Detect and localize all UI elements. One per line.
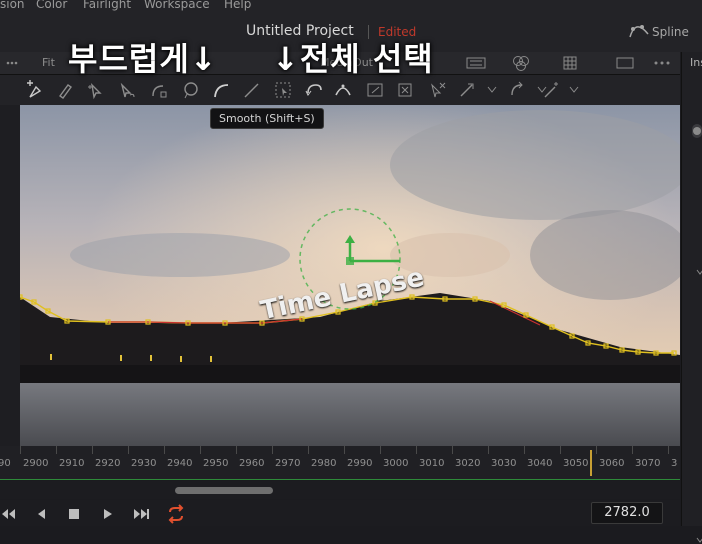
viewer-options-icon[interactable] — [6, 57, 18, 69]
playhead[interactable] — [590, 450, 592, 476]
inspector-tab[interactable]: Ins — [690, 56, 702, 69]
viewer-canvas[interactable]: Time Lapse — [20, 105, 680, 446]
menu-item-color[interactable]: Color — [36, 0, 67, 11]
first-frame-icon[interactable] — [0, 506, 16, 522]
linear-icon[interactable] — [240, 79, 262, 101]
ruler-label: 3030 — [491, 458, 517, 469]
ruler-label: 2930 — [131, 458, 157, 469]
aspect-icon[interactable] — [616, 57, 634, 69]
zoom-dropdown[interactable]: Fit — [42, 56, 55, 69]
deselect-icon[interactable] — [426, 79, 448, 101]
ruler-label: 90 — [0, 458, 11, 469]
menu-item-fairlight[interactable]: Fairlight — [83, 0, 131, 11]
ruler-label: 2990 — [347, 458, 373, 469]
ruler-label: 2980 — [311, 458, 337, 469]
ruler-label: 3000 — [383, 458, 409, 469]
transport-controls: 2782.0 — [0, 500, 680, 526]
ruler-label: 3 — [671, 458, 678, 469]
prev-frame-icon[interactable] — [33, 506, 49, 522]
chevron-down-icon[interactable] — [569, 86, 579, 94]
inspector-panel: Ins — [681, 52, 702, 543]
loop-icon[interactable] — [166, 504, 186, 524]
ruler-label: 2910 — [59, 458, 85, 469]
ruler-label: 3070 — [635, 458, 661, 469]
left-panel-strip — [0, 105, 20, 446]
lasso-icon[interactable] — [180, 79, 202, 101]
spline-panel-button[interactable]: Spline — [652, 25, 689, 39]
ruler-label: 3010 — [419, 458, 445, 469]
smooth-icon[interactable] — [210, 79, 232, 101]
annotation-smooth: 부드럽게↓ — [68, 40, 218, 78]
color-channels-icon[interactable] — [512, 55, 530, 71]
video-frame — [20, 105, 680, 446]
reshape-icon[interactable] — [148, 79, 170, 101]
select-all-icon[interactable] — [272, 79, 294, 101]
ruler-label: 2950 — [203, 458, 229, 469]
ruler-label: 2920 — [95, 458, 121, 469]
timeline-ruler[interactable]: 90 2900 2910 2920 2930 2940 2950 2960 29… — [0, 446, 680, 480]
pen-icon[interactable] — [54, 79, 76, 101]
delete-icon[interactable] — [394, 79, 416, 101]
reverse-icon[interactable] — [302, 79, 324, 101]
spline-icon[interactable] — [628, 22, 650, 43]
menu-item-help[interactable]: Help — [224, 0, 251, 11]
ruler-label: 3050 — [563, 458, 589, 469]
ruler-label: 2970 — [275, 458, 301, 469]
menu-bar: sion Color Fairlight Workspace Help — [0, 0, 702, 12]
ruler-label: 2960 — [239, 458, 265, 469]
move-icon[interactable] — [456, 79, 478, 101]
menu-item[interactable]: sion — [0, 0, 25, 11]
toggle-switch-icon[interactable] — [692, 124, 702, 138]
magic-wand-icon[interactable] — [540, 79, 562, 101]
render-range-bar — [0, 479, 680, 480]
ruler-label: 2900 — [23, 458, 49, 469]
play-icon[interactable] — [100, 506, 116, 522]
rotate-icon[interactable] — [506, 79, 528, 101]
stop-icon[interactable] — [66, 506, 82, 522]
ruler-label: 2940 — [167, 458, 193, 469]
timeline-scrollbar[interactable] — [175, 487, 273, 494]
timeline-scroll-track[interactable] — [0, 481, 680, 499]
ruler-label: 3060 — [599, 458, 625, 469]
select-icon[interactable] — [84, 79, 106, 101]
crop-icon[interactable] — [364, 79, 386, 101]
grid-icon[interactable] — [563, 56, 577, 70]
expand-chevron-icon[interactable] — [696, 536, 702, 544]
annotation-select-all: ↓전체 선택 — [272, 40, 434, 78]
last-frame-icon[interactable] — [133, 506, 149, 522]
smooth-tooltip: Smooth (Shift+S) — [210, 108, 324, 129]
ruler-label: 3020 — [455, 458, 481, 469]
shape-icon[interactable] — [332, 79, 354, 101]
ruler-label: 3040 — [527, 458, 553, 469]
view-mode-icon[interactable] — [466, 56, 486, 70]
current-frame-field[interactable]: 2782.0 — [591, 502, 663, 524]
expand-chevron-icon[interactable] — [696, 268, 702, 276]
chevron-down-icon[interactable] — [487, 86, 497, 94]
more-options-icon[interactable] — [652, 57, 672, 69]
add-point-icon[interactable] — [24, 79, 46, 101]
modify-icon[interactable] — [116, 79, 138, 101]
menu-item-workspace[interactable]: Workspace — [144, 0, 210, 11]
